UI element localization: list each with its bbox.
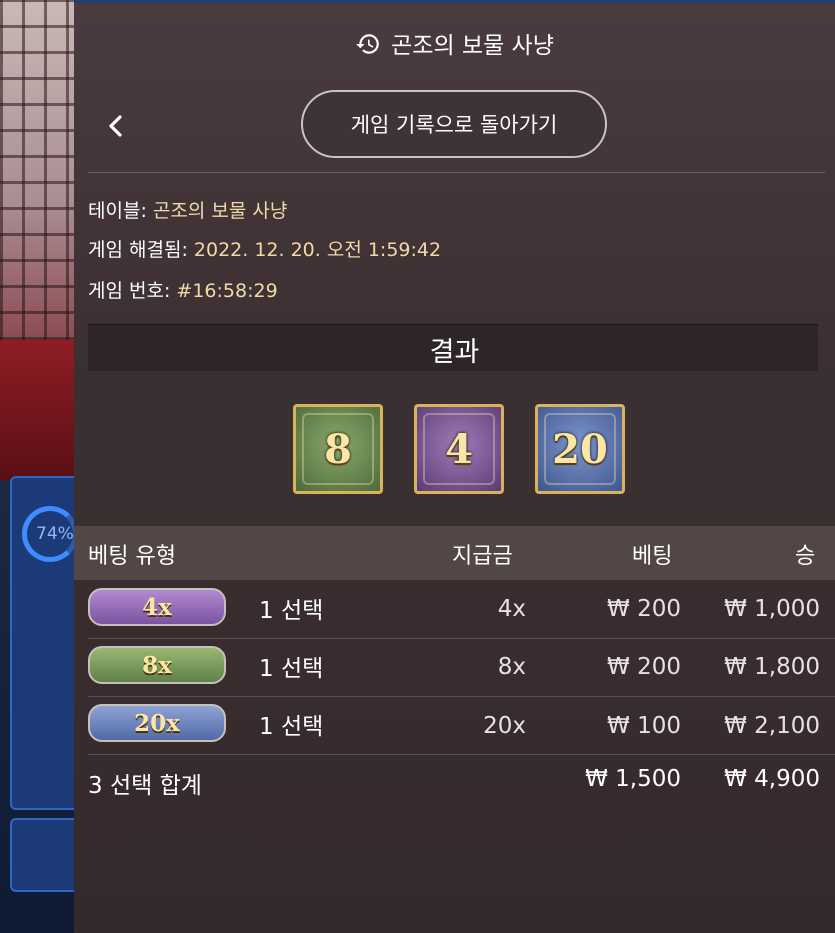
result-tile-value: 8 <box>324 425 352 473</box>
result-title: 결과 <box>429 337 480 368</box>
history-icon <box>356 34 379 54</box>
back-button[interactable] <box>100 110 132 142</box>
row-divider <box>88 754 835 755</box>
timer-percent: 74% <box>36 524 74 544</box>
chevron-left-icon <box>109 115 122 137</box>
selection-count: 1 선택 <box>259 714 324 740</box>
column-payout: 지급금 <box>452 544 513 569</box>
game-number-info: 게임 번호: #16:58:29 <box>88 276 278 303</box>
column-bet-type: 베팅 유형 <box>88 544 176 569</box>
resolved-label: 게임 해결됨: <box>88 239 188 261</box>
bet-value: ₩ 200 <box>607 654 681 680</box>
result-tile: 20 <box>535 404 625 494</box>
page-title-text: 곤조의 보물 사냥 <box>391 33 554 59</box>
row-divider <box>88 638 835 639</box>
row-divider <box>88 696 835 697</box>
table-label: 테이블: <box>88 200 147 222</box>
total-label: 3 선택 합계 <box>88 773 202 799</box>
bet-badge: 4x <box>88 588 226 626</box>
selection-count: 1 선택 <box>259 598 324 624</box>
background-curtain <box>0 340 74 480</box>
result-tile: 4 <box>414 404 504 494</box>
payout-value: 20x <box>483 713 526 739</box>
result-tile-value: 4 <box>445 425 473 473</box>
payout-value: 8x <box>497 654 526 680</box>
bet-badge: 20x <box>88 704 226 742</box>
total-bet: ₩ 1,500 <box>585 766 681 792</box>
bet-badge: 8x <box>88 646 226 684</box>
resolved-info: 게임 해결됨: 2022. 12. 20. 오전 1:59:42 <box>88 235 441 262</box>
panel-header: 곤조의 보물 사냥 <box>74 0 835 86</box>
win-value: ₩ 1,800 <box>724 654 820 680</box>
game-number-value: #16:58:29 <box>176 280 278 302</box>
total-win: ₩ 4,900 <box>724 766 820 792</box>
selection-count: 1 선택 <box>259 656 324 682</box>
resolved-value: 2022. 12. 20. 오전 1:59:42 <box>193 239 442 261</box>
table-info: 테이블: 곤조의 보물 사냥 <box>88 196 287 223</box>
bet-value: ₩ 100 <box>607 713 681 739</box>
back-to-history-button[interactable]: 게임 기록으로 돌아가기 <box>301 90 607 158</box>
table-value: 곤조의 보물 사냥 <box>152 200 288 222</box>
background-window <box>0 0 74 340</box>
divider <box>88 172 825 173</box>
win-value: ₩ 2,100 <box>724 713 820 739</box>
payout-value: 4x <box>497 596 526 622</box>
bet-value: ₩ 200 <box>607 596 681 622</box>
column-bet: 베팅 <box>632 544 673 569</box>
page-title: 곤조의 보물 사냥 <box>74 26 835 60</box>
result-tile: 8 <box>293 404 383 494</box>
game-number-label: 게임 번호: <box>88 280 171 302</box>
column-win: 승 <box>795 544 816 569</box>
win-value: ₩ 1,000 <box>724 596 820 622</box>
result-tile-value: 20 <box>552 425 608 473</box>
